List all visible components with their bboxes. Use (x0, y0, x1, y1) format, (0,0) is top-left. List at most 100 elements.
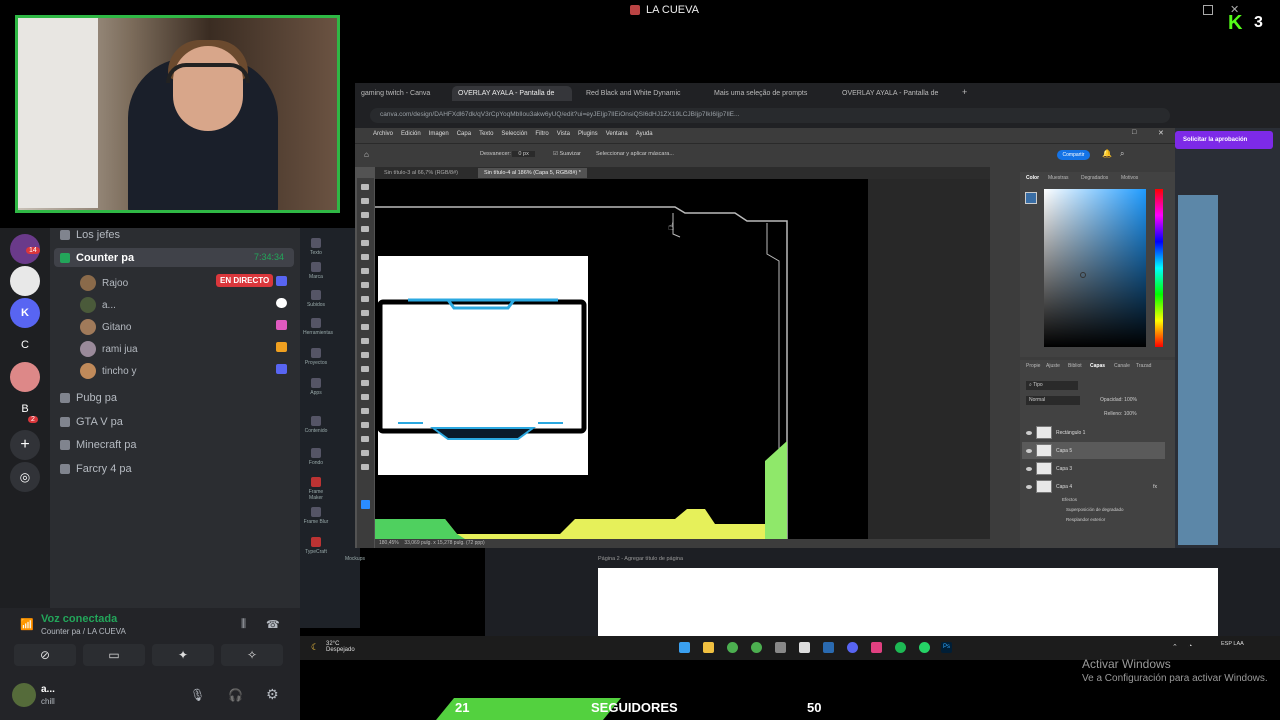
menu-item[interactable]: Ayuda (636, 131, 653, 140)
new-tab-icon[interactable]: + (962, 87, 967, 97)
menu-item[interactable]: Archivo (373, 131, 393, 140)
settings-icon[interactable]: ⚙ (266, 686, 279, 703)
close-icon[interactable]: ✕ (1158, 129, 1164, 137)
layer-row[interactable]: Rectángulo 1 (1022, 424, 1165, 441)
canva-side-item[interactable]: Fondo (303, 448, 329, 466)
color-picker-cursor[interactable] (1080, 272, 1086, 278)
menu-item[interactable]: Ventana (606, 131, 628, 140)
chrome-icon[interactable] (727, 642, 738, 653)
maximize-icon[interactable]: □ (1132, 129, 1136, 136)
frame-tool-icon[interactable] (361, 254, 369, 260)
canva-side-item[interactable]: Proyectos (303, 348, 329, 366)
server-avatar-3[interactable] (10, 362, 40, 392)
move-tool-icon[interactable] (361, 184, 369, 190)
fx-icon[interactable]: fx (1153, 484, 1157, 490)
healing-tool-icon[interactable] (361, 282, 369, 288)
layer-row[interactable]: Capa 3 (1022, 460, 1165, 477)
request-approval-button[interactable]: Solicitar la aprobación (1175, 131, 1273, 149)
eye-icon[interactable] (1026, 448, 1032, 453)
browser-tab-active[interactable]: OVERLAY AYALA - Pantalla de (452, 86, 572, 101)
app-icon[interactable] (775, 642, 786, 653)
page-2-canvas[interactable] (598, 568, 1218, 636)
hand-tool-icon[interactable] (361, 450, 369, 456)
overlay-preview-white[interactable] (377, 256, 588, 475)
layer-filter-select[interactable]: ⌕ Tipo (1026, 381, 1078, 390)
camera-off-button[interactable]: ⊘ (14, 644, 76, 666)
lasso-tool-icon[interactable] (361, 212, 369, 218)
history-brush-tool-icon[interactable] (361, 324, 369, 330)
brush-tool-icon[interactable] (361, 296, 369, 302)
channel-farcry-4-pa[interactable]: Farcry 4 pa (60, 463, 132, 475)
menu-item[interactable]: Filtro (535, 131, 548, 140)
pen-tool-icon[interactable] (361, 394, 369, 400)
blur-tool-icon[interactable] (361, 366, 369, 372)
wifi-icon[interactable]: ◔ (1188, 643, 1192, 650)
channel-gta-v-pa[interactable]: GTA V pa (60, 416, 123, 428)
effect-outer-glow[interactable]: Resplandor exterior (1066, 517, 1105, 522)
dodge-tool-icon[interactable] (361, 380, 369, 386)
app-icon[interactable] (871, 642, 882, 653)
browser-tab[interactable]: Red Black and White Dynamic (580, 86, 702, 101)
text-tool-icon[interactable] (361, 408, 369, 414)
opacity-field[interactable]: Opacidad: 100% (1100, 397, 1137, 403)
canva-side-item[interactable]: Frame Maker (303, 477, 329, 501)
doc-tab[interactable]: Sin título-3 al 66,7% (RGB/8#) (378, 168, 464, 178)
eraser-tool-icon[interactable] (361, 338, 369, 344)
eye-icon[interactable] (1026, 430, 1032, 435)
eyedropper-tool-icon[interactable] (361, 268, 369, 274)
share-button[interactable]: Compartir (1057, 150, 1090, 160)
voice-user[interactable]: rami jua (80, 341, 138, 357)
panel-tab-patterns[interactable]: Motivos (1121, 175, 1138, 181)
path-select-tool-icon[interactable] (361, 422, 369, 428)
marquee-tool-icon[interactable] (361, 198, 369, 204)
voice-user[interactable]: tincho y (80, 363, 136, 379)
voice-user[interactable]: a... (80, 297, 116, 313)
crop-tool-icon[interactable] (361, 240, 369, 246)
canva-side-item[interactable]: Mockups (342, 556, 368, 562)
doc-tab-active[interactable]: Sin título-4 al 186% (Capa 5, RGB/8#) * (478, 168, 587, 178)
discord-icon[interactable] (847, 642, 858, 653)
panel-tab-gradients[interactable]: Degradados (1081, 175, 1108, 181)
server-avatar-2[interactable] (10, 266, 40, 296)
canva-side-item[interactable]: Marca (303, 262, 329, 280)
page-2-title[interactable]: Página 2 - Agregar título de página (598, 556, 683, 562)
address-bar[interactable]: canva.com/design/DAHFXdl67dk/qV3rCpYoqMb… (370, 108, 1170, 123)
canva-side-item[interactable]: TypeCraft (303, 537, 329, 555)
add-server-icon[interactable]: + (10, 430, 40, 460)
canva-side-item[interactable]: Subidos (303, 290, 329, 308)
panel-tab[interactable]: Trazad (1136, 363, 1151, 369)
voice-connected-subtitle[interactable]: Counter pa / LA CUEVA (41, 627, 126, 636)
language-indicator[interactable]: ESP LAA (1221, 641, 1244, 647)
layer-row[interactable]: Capa 4 fx (1022, 478, 1165, 495)
panel-tab[interactable]: Canale (1114, 363, 1130, 369)
menu-item[interactable]: Edición (401, 131, 421, 140)
panel-tab-color[interactable]: Color (1026, 175, 1039, 181)
browser-tab[interactable]: OVERLAY AYALA - Pantalla de (836, 86, 958, 101)
spotify-icon[interactable] (895, 642, 906, 653)
menu-item[interactable]: Selección (501, 131, 527, 140)
foreground-color-swatch[interactable] (361, 500, 370, 509)
menu-item[interactable]: Plugins (578, 131, 598, 140)
eye-icon[interactable] (1026, 484, 1032, 489)
stamp-tool-icon[interactable] (361, 310, 369, 316)
window-icon[interactable] (1203, 5, 1213, 15)
panel-tab[interactable]: Ajuste (1046, 363, 1060, 369)
panel-tab[interactable]: Bibliot (1068, 363, 1082, 369)
menu-item[interactable]: Texto (479, 131, 493, 140)
canva-side-item[interactable]: Contenido (303, 416, 329, 434)
channel-minecraft-pa[interactable]: Minecraft pa (60, 439, 137, 451)
chrome-icon[interactable] (751, 642, 762, 653)
headphones-icon[interactable]: 🎧 (228, 688, 243, 702)
microphone-icon[interactable]: 🎙 (190, 688, 205, 702)
kick-server-icon[interactable]: K (10, 298, 40, 328)
color-swatch[interactable] (1025, 192, 1037, 204)
panel-tab[interactable]: Propie (1026, 363, 1040, 369)
noise-suppression-icon[interactable]: ⫼ (241, 618, 246, 631)
weather-widget[interactable]: 32°C Despejado (326, 641, 355, 653)
activities-button[interactable]: ✦ (152, 644, 214, 666)
antialias-checkbox[interactable]: ☑ Suavizar (553, 151, 581, 157)
disconnect-icon[interactable]: ☎ (266, 618, 280, 631)
browser-tab[interactable]: gaming twitch - Canva (355, 86, 447, 101)
magic-wand-tool-icon[interactable] (361, 226, 369, 232)
home-icon[interactable]: ⌂ (364, 150, 369, 159)
